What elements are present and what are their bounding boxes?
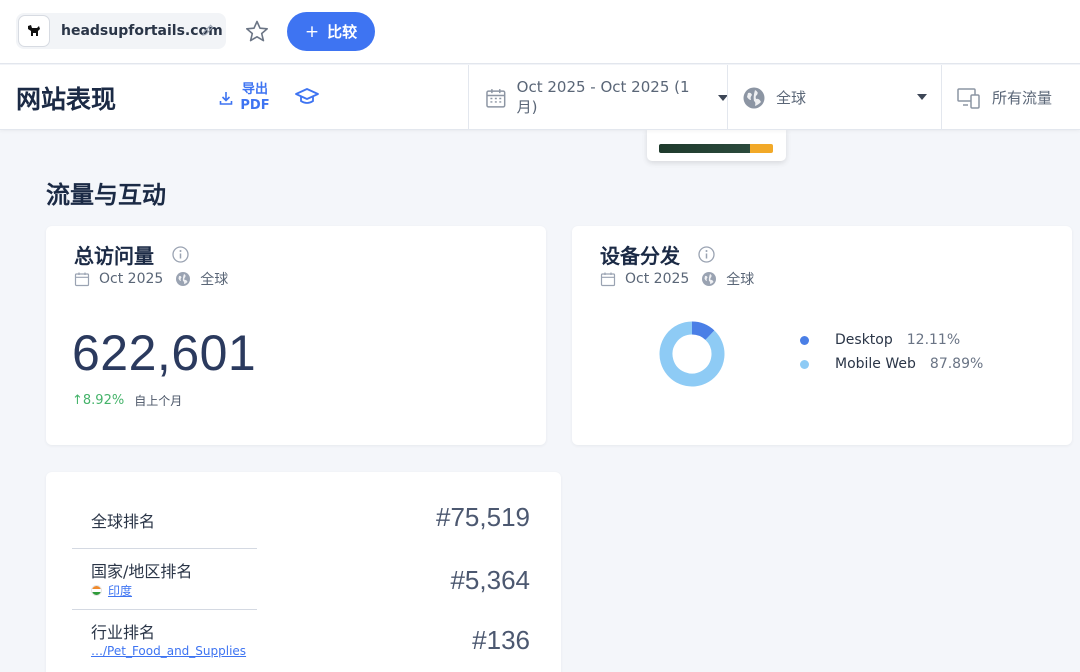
- card-meta: Oct 2025 全球: [600, 269, 754, 289]
- devices-icon: [957, 87, 980, 109]
- geo-selector[interactable]: 全球: [727, 65, 942, 130]
- site-name: headsupfortails.com: [61, 23, 223, 39]
- arrow-up-icon: ↑: [72, 393, 83, 408]
- device-distribution-card: 设备分发 Oct 2025 全球 Desktop 12.11% Mobile W…: [572, 226, 1072, 445]
- info-icon[interactable]: [698, 246, 715, 263]
- country-link[interactable]: 印度: [91, 582, 132, 599]
- trend-label: 自上个月: [134, 394, 183, 408]
- chevron-down-icon: [917, 94, 927, 100]
- card-title-text: 设备分发: [600, 244, 680, 268]
- rank-card: 全球排名 #75,519 国家/地区排名 印度 #5,364 行业排名 …/Pe…: [46, 472, 561, 672]
- promo-banner: [659, 144, 773, 153]
- meta-geo: 全球: [200, 272, 229, 288]
- geo-label: 全球: [776, 89, 807, 107]
- promo-card[interactable]: [647, 128, 786, 161]
- date-range-selector[interactable]: Oct 2025 - Oct 2025 (1 月): [468, 65, 728, 130]
- compare-button[interactable]: + 比较: [287, 12, 375, 51]
- legend-dot: [800, 359, 809, 369]
- global-rank-row: 全球排名 #75,519: [72, 500, 530, 540]
- legend-label: Desktop: [835, 332, 893, 348]
- legend-dot: [800, 335, 809, 345]
- download-icon: [219, 92, 233, 105]
- divider: [72, 548, 257, 549]
- card-meta: Oct 2025 全球: [74, 269, 228, 289]
- export-label: 导出PDF: [240, 82, 270, 113]
- legend-pct: 12.11%: [906, 332, 961, 348]
- top-bar: headsupfortails.com + 比较: [0, 0, 1080, 64]
- device-donut-chart: [659, 321, 725, 387]
- total-visits-value: 622,601: [72, 325, 257, 381]
- date-range-label: Oct 2025 - Oct 2025 (1 月): [516, 78, 690, 116]
- trend-value: 8.92%: [82, 393, 125, 408]
- total-visits-card: 总访问量 Oct 2025 全球 622,601 ↑ 8.92% 自上个月: [46, 226, 546, 445]
- rank-label: 国家/地区排名: [91, 562, 193, 581]
- divider: [72, 609, 257, 610]
- legend-label: Mobile Web: [835, 356, 916, 372]
- dog-logo-icon: [18, 15, 50, 47]
- compare-label: 比较: [327, 23, 358, 41]
- legend-item-mobile-web: Mobile Web 87.89%: [800, 352, 983, 376]
- globe-icon: [176, 272, 191, 286]
- pencil-icon[interactable]: [200, 22, 216, 38]
- donut-slice-desktop: [691, 321, 715, 341]
- info-icon[interactable]: [172, 246, 189, 263]
- country-rank-row: 国家/地区排名 印度 #5,364: [72, 556, 530, 606]
- rank-value: #5,364: [450, 565, 530, 595]
- page-title: 网站表现: [16, 85, 117, 114]
- india-flag-icon: [91, 585, 102, 596]
- rank-value: #136: [472, 625, 530, 655]
- industry-link[interactable]: …/Pet_Food_and_Supplies: [91, 644, 246, 658]
- traffic-label: 所有流量: [992, 89, 1053, 107]
- calendar-icon: [74, 272, 90, 287]
- rank-value: #75,519: [436, 502, 530, 532]
- trend: ↑ 8.92% 自上个月: [72, 392, 182, 409]
- calendar-icon: [600, 272, 616, 287]
- star-icon[interactable]: [243, 18, 271, 46]
- globe-icon: [702, 272, 717, 286]
- card-title-text: 总访问量: [74, 244, 154, 268]
- industry-rank-row: 行业排名 …/Pet_Food_and_Supplies #136: [72, 617, 530, 667]
- card-title: 设备分发: [600, 240, 715, 269]
- legend-pct: 87.89%: [929, 356, 984, 372]
- section-title: 流量与互动: [46, 181, 166, 209]
- donut-slice-mobile-web: [659, 321, 725, 387]
- rank-label: 行业排名: [91, 623, 156, 642]
- device-legend: Desktop 12.11% Mobile Web 87.89%: [800, 328, 983, 376]
- export-pdf-button[interactable]: 导出PDF: [218, 73, 270, 123]
- page-header: 网站表现 导出PDF Oct 2025 - Oct 2025 (1 月) 全球 …: [0, 65, 1080, 130]
- legend-item-desktop: Desktop 12.11%: [800, 328, 983, 352]
- rank-label: 全球排名: [91, 512, 156, 531]
- meta-date: Oct 2025: [625, 271, 690, 287]
- site-chip[interactable]: headsupfortails.com: [16, 13, 226, 49]
- card-title: 总访问量: [74, 240, 189, 269]
- graduation-cap-icon[interactable]: [294, 84, 320, 110]
- globe-icon: [743, 87, 765, 108]
- traffic-selector[interactable]: 所有流量: [941, 65, 1080, 130]
- meta-date: Oct 2025: [99, 271, 164, 287]
- country-name: 印度: [108, 584, 133, 598]
- meta-geo: 全球: [726, 272, 755, 288]
- plus-icon: +: [304, 21, 320, 42]
- calendar-icon: [486, 88, 506, 108]
